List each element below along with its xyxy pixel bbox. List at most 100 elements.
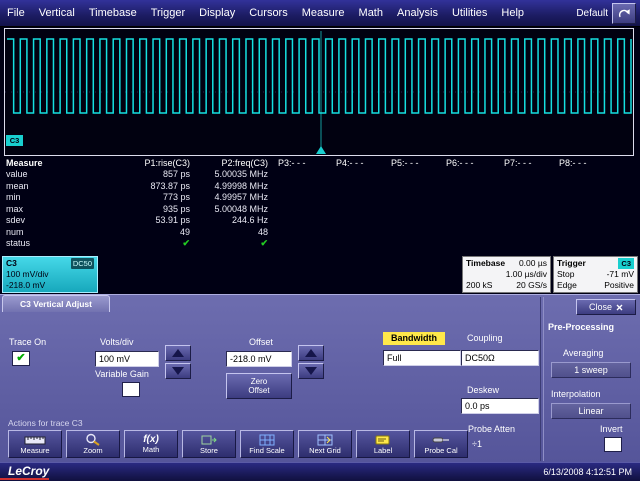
- find-scale-action-button[interactable]: Find Scale: [240, 430, 294, 458]
- offset-field[interactable]: -218.0 mV: [226, 351, 292, 367]
- interpolation-label: Interpolation: [551, 389, 601, 399]
- zoom-action-button[interactable]: Zoom: [66, 430, 120, 458]
- sdev-p2: 244.6 Hz: [192, 215, 270, 225]
- averaging-field[interactable]: 1 sweep: [551, 362, 631, 378]
- trigger-position-icon[interactable]: [316, 146, 326, 154]
- volts-div-field[interactable]: 100 mV: [95, 351, 159, 367]
- math-action-button[interactable]: f(x) Math: [124, 430, 178, 458]
- lecroy-logo: LeCroy: [0, 465, 49, 480]
- preprocessing-title: Pre-Processing: [548, 322, 614, 332]
- menu-vertical[interactable]: Vertical: [32, 0, 82, 26]
- channel-descriptor-c3[interactable]: C3 DC50 100 mV/div -218.0 mV: [2, 256, 98, 293]
- menu-file[interactable]: File: [0, 0, 32, 26]
- measure-row-mean: mean 873.87 ps 4.99998 MHz: [2, 180, 638, 192]
- max-p2: 5.00048 MHz: [192, 204, 270, 214]
- zero-offset-button[interactable]: Zero Offset: [226, 373, 292, 399]
- tab-c3-vertical-adjust[interactable]: C3 Vertical Adjust: [2, 295, 110, 312]
- label-action-button[interactable]: Label: [356, 430, 410, 458]
- action-label: Store: [200, 447, 218, 455]
- trigger-level: -71 mV: [607, 269, 634, 280]
- waveform-display: C3: [4, 28, 634, 156]
- row-label: mean: [2, 181, 56, 191]
- mean-p2: 4.99998 MHz: [192, 181, 270, 191]
- bandwidth-field[interactable]: Full: [383, 350, 461, 366]
- offset-label: Offset: [249, 337, 273, 347]
- status-ok-icon-p1: ✔: [56, 238, 192, 249]
- probe-cal-icon: [432, 434, 450, 446]
- row-label: num: [2, 227, 56, 237]
- measure-table: Measure P1:rise(C3) P2:freq(C3) P3:- - -…: [2, 157, 638, 249]
- trace-on-checkbox[interactable]: ✔: [12, 351, 30, 366]
- coupling-label: Coupling: [467, 333, 503, 343]
- deskew-label: Deskew: [467, 385, 499, 395]
- num-p2: 48: [192, 227, 270, 237]
- status-ok-icon-p2: ✔: [192, 238, 270, 249]
- coupling-field[interactable]: DC50Ω: [461, 350, 539, 366]
- measure-row-value: value 857 ps 5.00035 MHz: [2, 169, 638, 181]
- variable-gain-checkbox[interactable]: [122, 382, 140, 397]
- store-action-button[interactable]: Store: [182, 430, 236, 458]
- menu-math[interactable]: Math: [352, 0, 390, 26]
- measure-header-p1[interactable]: P1:rise(C3): [56, 158, 192, 168]
- menu-utilities[interactable]: Utilities: [445, 0, 494, 26]
- measure-row-num: num 49 48: [2, 226, 638, 238]
- menu-trigger[interactable]: Trigger: [144, 0, 192, 26]
- down-arrow-icon: [305, 367, 317, 375]
- measure-header-p4[interactable]: P4:- - -: [328, 158, 383, 168]
- value-p1: 857 ps: [56, 169, 192, 179]
- min-p1: 773 ps: [56, 192, 192, 202]
- probe-cal-action-button[interactable]: Probe Cal: [414, 430, 468, 458]
- action-label: Math: [143, 446, 160, 454]
- coupling-badge: DC50: [71, 258, 94, 269]
- action-label: Find Scale: [249, 447, 284, 455]
- next-grid-action-button[interactable]: Next Grid: [298, 430, 352, 458]
- oscilloscope-app: File Vertical Timebase Trigger Display C…: [0, 0, 640, 481]
- volts-decrement-button[interactable]: [165, 363, 191, 379]
- timebase-delay: 0.00 µs: [519, 258, 547, 269]
- measure-row-sdev: sdev 53.91 ps 244.6 Hz: [2, 215, 638, 227]
- deskew-field[interactable]: 0.0 ps: [461, 398, 539, 414]
- math-fx-icon: f(x): [143, 435, 159, 445]
- num-p1: 49: [56, 227, 192, 237]
- menu-cursors[interactable]: Cursors: [242, 0, 295, 26]
- invert-checkbox[interactable]: [604, 437, 622, 452]
- action-label: Probe Cal: [424, 447, 457, 455]
- max-p1: 935 ps: [56, 204, 192, 214]
- measure-row-min: min 773 ps 4.99957 MHz: [2, 192, 638, 204]
- measure-row-status: status ✔ ✔: [2, 238, 638, 250]
- timebase-descriptor[interactable]: Timebase 0.00 µs 1.00 µs/div 200 kS 20 G…: [462, 256, 551, 293]
- measure-header-p6[interactable]: P6:- - -: [438, 158, 496, 168]
- measure-header-p8[interactable]: P8:- - -: [551, 158, 638, 168]
- measure-action-button[interactable]: Measure: [8, 430, 62, 458]
- menu-timebase[interactable]: Timebase: [82, 0, 144, 26]
- close-button[interactable]: Close: [576, 299, 636, 315]
- close-icon: [616, 304, 623, 311]
- waveform-trace-path: [7, 39, 631, 113]
- timebase-rate: 20 GS/s: [516, 280, 547, 291]
- channel-name: C3: [6, 258, 17, 269]
- menu-measure[interactable]: Measure: [295, 0, 352, 26]
- channel-position-marker[interactable]: C3: [6, 135, 23, 146]
- row-label: sdev: [2, 215, 56, 225]
- undo-button[interactable]: [612, 3, 636, 24]
- actions-row: Measure Zoom f(x) Math Store: [8, 430, 468, 458]
- offset-decrement-button[interactable]: [298, 363, 324, 379]
- menu-analysis[interactable]: Analysis: [390, 0, 445, 26]
- offset-increment-button[interactable]: [298, 345, 324, 361]
- trigger-descriptor[interactable]: Trigger C3 Stop -71 mV Edge Positive: [553, 256, 638, 293]
- measure-header-p3[interactable]: P3:- - -: [270, 158, 328, 168]
- timebase-scale: 1.00 µs/div: [506, 269, 547, 280]
- trigger-mode: Stop: [557, 269, 575, 280]
- measure-header-p5[interactable]: P5:- - -: [383, 158, 438, 168]
- interpolation-field[interactable]: Linear: [551, 403, 631, 419]
- timebase-title: Timebase: [466, 258, 505, 269]
- actions-label: Actions for trace C3: [8, 418, 83, 428]
- menu-display[interactable]: Display: [192, 0, 242, 26]
- measure-header-p2[interactable]: P2:freq(C3): [192, 158, 270, 168]
- measure-header-label: Measure: [2, 158, 56, 168]
- min-p2: 4.99957 MHz: [192, 192, 270, 202]
- menu-help[interactable]: Help: [494, 0, 531, 26]
- default-setup-label[interactable]: Default: [576, 8, 612, 19]
- volts-increment-button[interactable]: [165, 345, 191, 361]
- measure-header-p7[interactable]: P7:- - -: [496, 158, 551, 168]
